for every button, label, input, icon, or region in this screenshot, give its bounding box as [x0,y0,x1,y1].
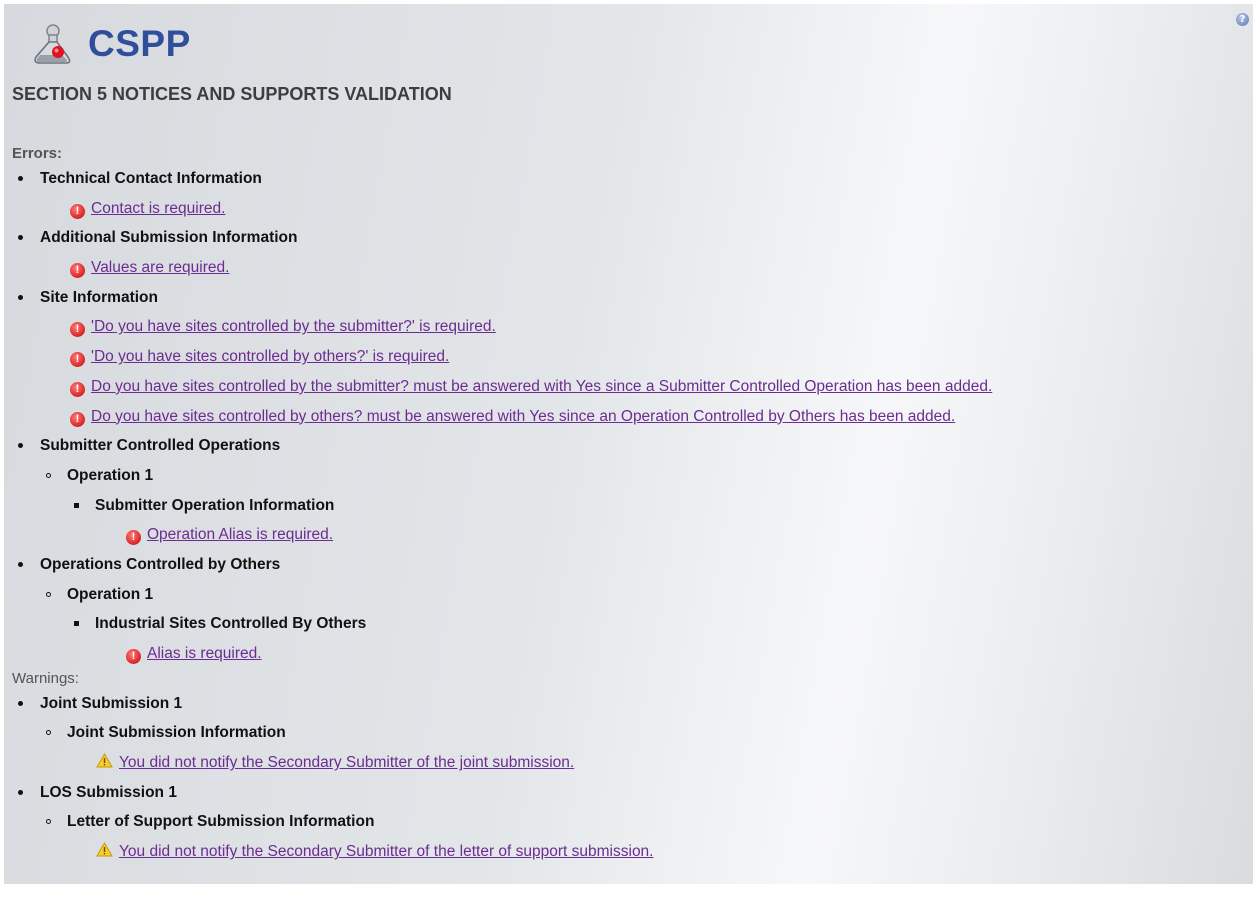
group-heading: LOS Submission 1 [40,783,177,801]
flask-logo-icon [34,24,71,64]
bullet [46,730,51,736]
group-heading: Operations Controlled by Others [40,555,281,573]
bullet [18,789,23,795]
error-item: ! Do you have sites controlled by others?… [12,402,1252,432]
app-title: CSPP [88,23,191,64]
error-icon: ! [126,649,141,664]
error-item: ! Alias is required. [12,639,1252,669]
warning-group-los-submission: LOS Submission 1 [12,778,1252,808]
group-heading: Site Information [40,288,158,306]
group-heading: Submitter Controlled Operations [40,437,281,455]
bullet [46,819,51,825]
warning-icon [96,753,113,768]
bullet [74,621,79,627]
subsection-label: Joint Submission Information [67,724,286,742]
warning-icon [96,842,113,857]
validation-results: Errors: Technical Contact Information ! C… [12,144,1252,867]
bullet [18,235,23,241]
bullet [18,561,23,567]
error-item: ! 'Do you have sites controlled by the su… [12,312,1252,342]
error-link[interactable]: Values are required. [91,259,229,276]
error-link[interactable]: 'Do you have sites controlled by the sub… [91,318,496,335]
group-heading: Technical Contact Information [40,170,262,187]
error-icon: ! [70,203,85,219]
error-link[interactable]: 'Do you have sites controlled by others?… [91,348,449,365]
error-group-additional-submission: Additional Submission Information [12,223,1252,253]
error-item: ! Contact is required. [12,194,1252,224]
errors-label: Errors: [12,145,63,162]
error-link[interactable]: Contact is required. [91,200,225,217]
error-group-submitter-operations: Submitter Controlled Operations [12,431,1252,461]
subsection-heading: Joint Submission Information [12,718,1252,748]
subsection-heading: Submitter Operation Information [12,491,1252,521]
error-icon: ! [126,530,141,546]
error-item: ! Operation Alias is required. [12,520,1252,550]
errors-list: Technical Contact Information ! Contact i… [12,164,1252,669]
error-group-technical-contact: Technical Contact Information [12,164,1252,194]
error-icon: ! [70,381,85,397]
error-icon: ! [70,322,85,338]
subsection-heading: Industrial Sites Controlled By Others [12,609,1252,639]
warnings-label: Warnings: [12,669,79,687]
subsection-label: Submitter Operation Information [95,496,335,514]
validation-panel: ? CSPP SECTION 5 NOTICES AND SUPPORTS VA… [4,4,1253,884]
error-item: ! 'Do you have sites controlled by others… [12,342,1252,372]
bullet [18,443,23,449]
error-link[interactable]: Do you have sites controlled by the subm… [91,378,992,395]
bullet [18,700,23,706]
warning-group-joint-submission: Joint Submission 1 [12,689,1252,719]
warnings-list: Joint Submission 1 Joint Submission Info… [12,689,1252,867]
warning-link[interactable]: You did not notify the Secondary Submitt… [119,843,654,860]
bullet [18,176,23,181]
bullet [74,502,79,508]
group-heading: Joint Submission 1 [40,694,183,712]
error-group-others-operations: Operations Controlled by Others [12,550,1252,580]
subsection-label: Industrial Sites Controlled By Others [95,615,367,633]
error-icon: ! [70,352,85,368]
error-item: ! Values are required. [12,253,1252,283]
error-icon: ! [70,263,85,279]
error-link[interactable]: Alias is required. [147,645,262,662]
subsection-label: Letter of Support Submission Information [67,813,375,831]
error-link[interactable]: Operation Alias is required. [147,526,333,543]
warning-item: You did not notify the Secondary Submitt… [12,837,1252,867]
operation-heading: Operation 1 [12,461,1252,491]
app-header: CSPP [28,20,191,68]
help-icon[interactable]: ? [1236,13,1249,26]
error-link[interactable]: Do you have sites controlled by others? … [91,408,955,425]
error-group-site-information: Site Information [12,283,1252,313]
error-item: ! Do you have sites controlled by the sub… [12,372,1252,402]
bullet [46,591,51,597]
warning-item: You did not notify the Secondary Submitt… [12,748,1252,778]
page-title: SECTION 5 NOTICES AND SUPPORTS VALIDATIO… [12,84,452,104]
warning-link[interactable]: You did not notify the Secondary Submitt… [119,754,574,771]
error-icon: ! [70,411,85,427]
bullet [46,472,51,478]
bullet [18,294,23,300]
group-heading: Additional Submission Information [40,229,298,247]
subsection-heading: Letter of Support Submission Information [12,807,1252,837]
operation-label: Operation 1 [67,466,154,484]
operation-label: Operation 1 [67,585,154,603]
operation-heading: Operation 1 [12,580,1252,610]
